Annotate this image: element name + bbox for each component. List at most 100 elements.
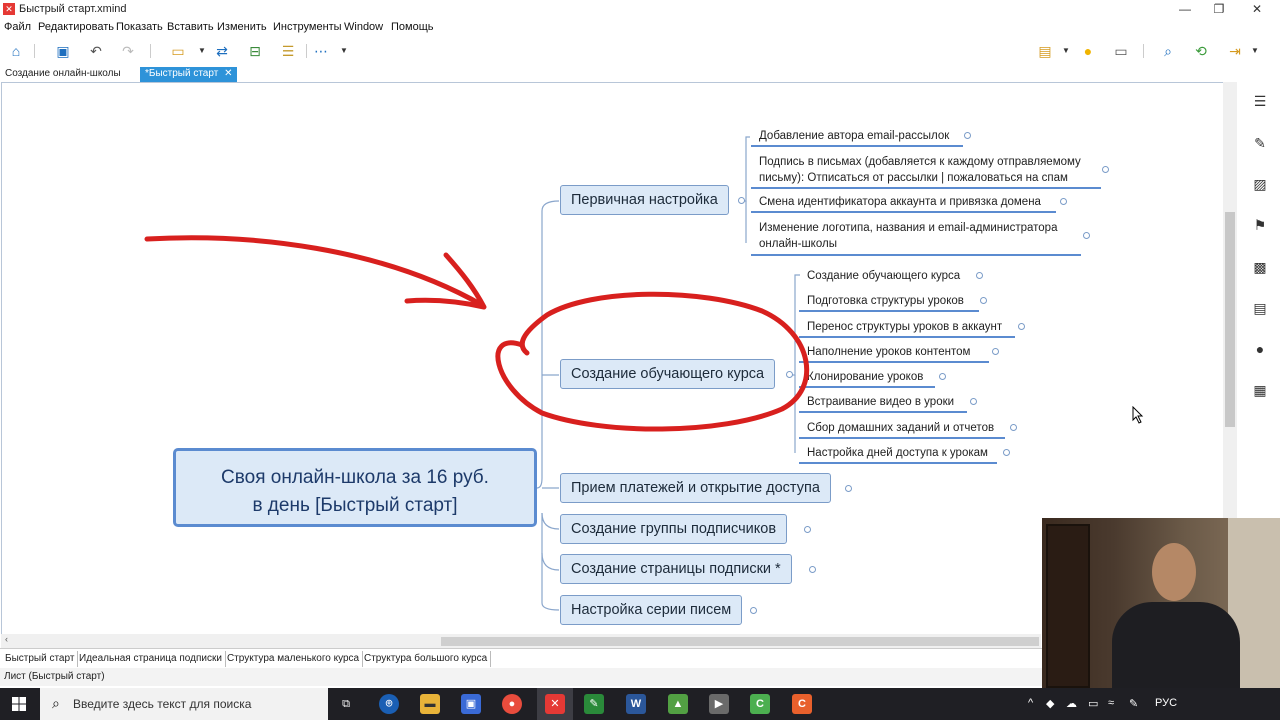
save-icon[interactable]: ▣ <box>53 41 73 61</box>
menu-modify[interactable]: Изменить <box>217 21 267 33</box>
comment-icon[interactable]: ● <box>1251 340 1269 358</box>
cloud-icon[interactable]: ☁ <box>1066 697 1077 710</box>
horizontal-scrollbar[interactable]: ‹ <box>1 634 1041 648</box>
collapse-toggle[interactable] <box>738 197 745 204</box>
topic-icon[interactable]: ▭ <box>168 41 188 61</box>
expand-toggle[interactable] <box>809 566 816 573</box>
wifi-icon[interactable]: ≈ <box>1108 697 1114 709</box>
chevron-down-icon[interactable]: ▼ <box>1056 41 1076 61</box>
expand-toggle[interactable] <box>1102 166 1109 173</box>
expand-toggle[interactable] <box>980 297 987 304</box>
gantt-icon[interactable]: ▭ <box>1111 41 1131 61</box>
format-brush-icon[interactable]: ✎ <box>1251 134 1269 152</box>
taskbar-search[interactable]: ⌕ Введите здесь текст для поиска <box>40 688 328 720</box>
chrome-icon[interactable]: ● <box>502 694 522 714</box>
menu-file[interactable]: Файл <box>4 21 31 33</box>
sheet-tab-ideal-page[interactable]: Идеальная страница подписки <box>76 651 226 667</box>
menu-edit[interactable]: Редактировать <box>38 21 114 33</box>
subtopic-content[interactable]: Наполнение уроков контентом <box>807 344 970 360</box>
scroll-thumb[interactable] <box>1225 212 1235 427</box>
chevron-left-icon[interactable]: ‹ <box>5 634 8 644</box>
app-c-icon[interactable]: C <box>792 694 812 714</box>
camtasia-icon[interactable]: C <box>750 694 770 714</box>
lightbulb-icon[interactable]: ● <box>1078 41 1098 61</box>
subtopic-homework[interactable]: Сбор домашних заданий и отчетов <box>807 420 994 436</box>
image-icon[interactable]: ▨ <box>1251 175 1269 193</box>
expand-toggle[interactable] <box>964 132 971 139</box>
expand-toggle[interactable] <box>939 373 946 380</box>
menu-help[interactable]: Помощь <box>391 21 434 33</box>
dropbox-icon[interactable]: ◆ <box>1046 697 1054 710</box>
subtopic-author[interactable]: Добавление автора email-рассылок <box>759 128 949 144</box>
expand-toggle[interactable] <box>1018 323 1025 330</box>
subtopic-logo[interactable]: Изменение логотипа, названия и email-адм… <box>759 220 1057 252</box>
topic-email-series[interactable]: Настройка серии писем <box>560 595 743 625</box>
save-app-icon[interactable]: ▣ <box>461 694 481 714</box>
sheet-tab-large-course[interactable]: Структура большого курса <box>361 651 492 667</box>
relationship-icon[interactable]: ⇄ <box>212 41 232 61</box>
language-indicator[interactable]: РУС <box>1155 697 1177 709</box>
presentation-icon[interactable]: ▤ <box>1035 41 1055 61</box>
subtopic-transfer-structure[interactable]: Перенос структуры уроков в аккаунт <box>807 319 1002 335</box>
notepadpp-icon[interactable]: ✎ <box>584 694 604 714</box>
file-explorer-icon[interactable]: ▬ <box>420 694 440 714</box>
pen-icon[interactable]: ✎ <box>1129 697 1138 710</box>
summary-icon[interactable]: ☰ <box>278 41 298 61</box>
expand-toggle[interactable] <box>1003 449 1010 456</box>
word-icon[interactable]: W <box>626 694 646 714</box>
topic-payments[interactable]: Прием платежей и открытие доступа <box>560 473 831 503</box>
expand-toggle[interactable] <box>1083 232 1090 239</box>
minimize-button[interactable]: — <box>1166 0 1204 19</box>
subtopic-create-course[interactable]: Создание обучающего курса <box>807 268 960 284</box>
windows-start-icon[interactable] <box>12 697 26 711</box>
subtopic-signature[interactable]: Подпись в письмах (добавляется к каждому… <box>759 154 1081 186</box>
boundary-icon[interactable]: ⊟ <box>245 41 265 61</box>
expand-toggle[interactable] <box>750 607 757 614</box>
topic-initial-setup[interactable]: Первичная настройка <box>560 185 729 215</box>
security-icon[interactable]: ⌾ <box>379 694 399 714</box>
sheet-tab-quick-start[interactable]: Быстрый старт <box>2 651 79 667</box>
chevron-down-icon[interactable]: ▼ <box>192 41 212 61</box>
collapse-toggle[interactable] <box>786 371 793 378</box>
outline-icon[interactable]: ☰ <box>1251 92 1269 110</box>
share-icon[interactable]: ⟲ <box>1191 41 1211 61</box>
menu-tools[interactable]: Инструменты <box>273 21 342 33</box>
tab-quick-start[interactable]: *Быстрый старт ✕ <box>140 67 238 82</box>
close-button[interactable]: ✕ <box>1238 0 1276 19</box>
undo-icon[interactable]: ↶ <box>86 41 106 61</box>
xmind-taskbar-icon[interactable]: ✕ <box>545 694 565 714</box>
task-icon[interactable]: ▦ <box>1251 381 1269 399</box>
redo-icon[interactable]: ↷ <box>118 41 138 61</box>
central-topic[interactable]: Своя онлайн-школа за 16 руб. в день [Быс… <box>173 448 537 527</box>
subtopic-lesson-structure[interactable]: Подготовка структуры уроков <box>807 293 964 309</box>
more-icon[interactable]: ⋯ <box>311 41 331 61</box>
chevron-down-icon[interactable]: ▼ <box>334 41 354 61</box>
menu-view[interactable]: Показать <box>116 21 163 33</box>
video-editor-icon[interactable]: ▶ <box>709 694 729 714</box>
expand-toggle[interactable] <box>1010 424 1017 431</box>
topic-create-course[interactable]: Создание обучающего курса <box>560 359 776 389</box>
search-icon[interactable]: ⌕ <box>1158 41 1178 61</box>
expand-toggle[interactable] <box>976 272 983 279</box>
expand-toggle[interactable] <box>970 398 977 405</box>
expand-toggle[interactable] <box>845 485 852 492</box>
topic-subscribe-page[interactable]: Создание страницы подписки * <box>560 554 792 584</box>
subtopic-access-days[interactable]: Настройка дней доступа к урокам <box>807 445 988 461</box>
sheet-tab-small-course[interactable]: Структура маленького курса <box>224 651 364 667</box>
export-icon[interactable]: ⇥ <box>1225 41 1245 61</box>
scroll-thumb[interactable] <box>441 637 1039 646</box>
chevron-up-icon[interactable]: ^ <box>1028 697 1033 709</box>
battery-icon[interactable]: ▭ <box>1088 697 1098 710</box>
home-icon[interactable]: ⌂ <box>6 41 26 61</box>
close-icon[interactable]: ✕ <box>224 68 232 79</box>
menu-window[interactable]: Window <box>344 21 383 33</box>
task-view-icon[interactable]: ⧉ <box>336 694 356 714</box>
subtopic-account-id[interactable]: Смена идентификатора аккаунта и привязка… <box>759 194 1041 210</box>
tab-online-school[interactable]: Создание онлайн-школы <box>0 67 126 82</box>
topic-subscriber-group[interactable]: Создание группы подписчиков <box>560 514 788 544</box>
menu-insert[interactable]: Вставить <box>167 21 214 33</box>
subtopic-cloning[interactable]: Клонирование уроков <box>807 369 923 385</box>
expand-toggle[interactable] <box>1060 198 1067 205</box>
expand-toggle[interactable] <box>804 526 811 533</box>
android-icon[interactable]: ▲ <box>668 694 688 714</box>
